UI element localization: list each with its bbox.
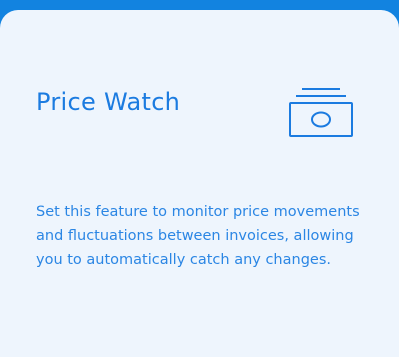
feature-card[interactable]: Price Watch Set this feature to monitor … (0, 10, 399, 357)
cash-icon (288, 86, 354, 138)
feature-description: Set this feature to monitor price moveme… (36, 204, 360, 268)
feature-title: Price Watch (36, 88, 181, 116)
